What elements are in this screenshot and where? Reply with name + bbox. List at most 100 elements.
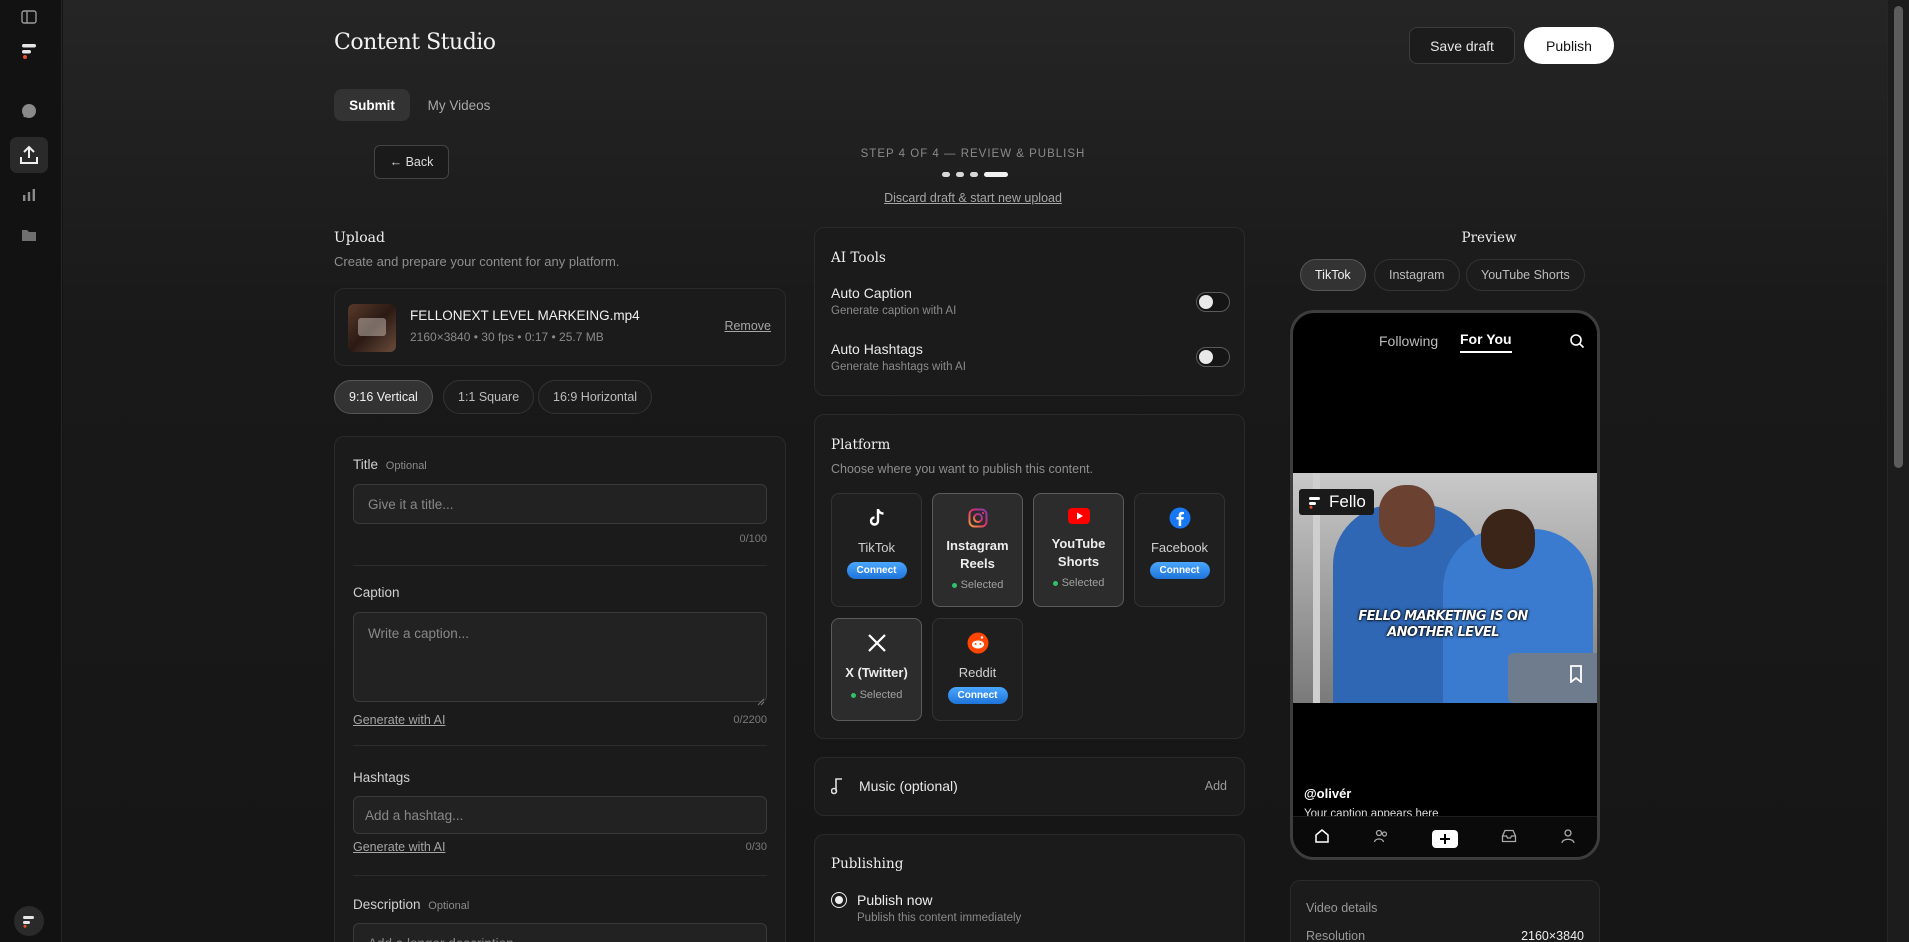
platform-subtitle: Choose where you want to publish this co… [831, 462, 1093, 476]
platform-heading: Platform [831, 437, 891, 453]
aspect-1-1-button[interactable]: 1:1 Square [443, 380, 535, 414]
hashtags-count: 0/30 [745, 841, 767, 853]
music-card[interactable]: Music (optional) Add [814, 757, 1245, 816]
youtube-selected-status: Selected [1052, 577, 1105, 589]
folder-icon[interactable] [14, 220, 44, 250]
upload-subtitle: Create and prepare your content for any … [334, 254, 620, 269]
home-icon[interactable] [1314, 828, 1330, 849]
profile-icon[interactable] [1560, 828, 1576, 849]
preview-tab-youtube-shorts[interactable]: YouTube Shorts [1466, 259, 1585, 291]
chat-icon[interactable] [14, 96, 44, 126]
publish-now-radio[interactable] [831, 892, 847, 908]
auto-hashtags-subtitle: Generate hashtags with AI [831, 361, 966, 373]
file-name: FELLONEXT LEVEL MARKEING.mp4 [410, 308, 640, 323]
youtube-icon [1067, 508, 1090, 529]
caption-textarea[interactable]: Write a caption... [353, 612, 767, 702]
music-note-icon [830, 777, 845, 800]
step-dot-active [984, 172, 1008, 177]
divider [353, 875, 767, 876]
x-selected-text: Selected [859, 689, 903, 701]
music-add-button[interactable]: Add [1205, 779, 1227, 793]
facebook-label: Facebook [1150, 540, 1209, 555]
search-icon[interactable] [1569, 333, 1585, 354]
friends-icon[interactable] [1373, 828, 1389, 849]
ai-tools-heading: AI Tools [831, 250, 886, 266]
resolution-value: 2160×3840 [1521, 929, 1584, 942]
description-optional: Optional [428, 900, 470, 912]
instagram-label-l2: Reels [960, 556, 995, 571]
overlay-line-2: ANOTHER LEVEL [1387, 625, 1499, 640]
caption-count: 0/2200 [733, 714, 767, 726]
description-input[interactable]: Add a longer description... [353, 923, 767, 942]
aspect-9-16-button[interactable]: 9:16 Vertical [334, 380, 433, 414]
platform-reddit[interactable]: Reddit Connect [932, 618, 1023, 721]
avatar[interactable] [14, 906, 44, 936]
instagram-label: Instagram Reels [946, 537, 1008, 573]
x-selected-status: Selected [850, 689, 903, 701]
logo-icon[interactable] [20, 42, 40, 65]
for-you-tab[interactable]: For You [1460, 331, 1512, 353]
platform-youtube-shorts[interactable]: YouTube Shorts Selected [1033, 493, 1124, 607]
music-label: Music (optional) [859, 778, 958, 794]
step-dot [942, 172, 950, 177]
discard-draft-link[interactable]: Discard draft & start new upload [823, 191, 1123, 205]
hashtags-label: Hashtags [353, 770, 411, 785]
resize-handle-icon[interactable] [757, 693, 765, 711]
following-tab[interactable]: Following [1379, 333, 1438, 349]
caption-label: Caption [353, 585, 400, 600]
tab-my-videos[interactable]: My Videos [418, 89, 500, 121]
file-card: FELLONEXT LEVEL MARKEING.mp4 2160×3840 •… [334, 288, 786, 366]
remove-file-link[interactable]: Remove [724, 319, 771, 333]
create-plus-icon[interactable] [1431, 829, 1458, 848]
platform-facebook[interactable]: Facebook Connect [1134, 493, 1225, 607]
bookmark-icon[interactable] [1569, 665, 1583, 688]
platform-instagram-reels[interactable]: Instagram Reels Selected [932, 493, 1023, 607]
file-meta: 2160×3840 • 30 fps • 0:17 • 25.7 MB [410, 330, 604, 344]
overlay-line-1: FELLO MARKETING IS ON [1358, 609, 1528, 624]
auto-hashtags-toggle[interactable] [1196, 347, 1230, 367]
video-details-heading: Video details [1306, 901, 1378, 915]
preview-tab-instagram[interactable]: Instagram [1374, 259, 1460, 291]
upload-heading: Upload [334, 230, 385, 246]
scrollbar-thumb[interactable] [1894, 6, 1903, 468]
upload-icon[interactable] [10, 137, 48, 173]
preview-tab-tiktok[interactable]: TikTok [1300, 259, 1366, 291]
save-draft-button[interactable]: Save draft [1409, 27, 1515, 64]
inbox-icon[interactable] [1501, 829, 1517, 848]
caption-generate-ai-link[interactable]: Generate with AI [353, 713, 445, 727]
description-label: Description Optional [353, 897, 469, 912]
instagram-selected-status: Selected [951, 579, 1003, 591]
scrollbar[interactable] [1887, 0, 1909, 942]
x-icon [867, 633, 887, 658]
tiktok-connect-button[interactable]: Connect [846, 562, 907, 579]
platform-tiktok[interactable]: TikTok Connect [831, 493, 922, 607]
hashtags-generate-ai-link[interactable]: Generate with AI [353, 840, 445, 854]
reddit-label: Reddit [958, 665, 997, 680]
title-input[interactable]: Give it a title... [353, 484, 767, 524]
title-label-text: Title [353, 457, 379, 472]
phone-preview: Following For You Fello FELLO MARKETING … [1290, 310, 1600, 860]
sidebar [0, 0, 62, 942]
facebook-connect-button[interactable]: Connect [1149, 562, 1210, 579]
auto-caption-toggle[interactable] [1196, 292, 1230, 312]
back-button[interactable]: ← Back [374, 145, 449, 179]
publish-now-label: Publish now [857, 892, 933, 908]
youtube-selected-text: Selected [1061, 577, 1105, 589]
instagram-label-l1: Instagram [946, 538, 1009, 553]
hashtag-input[interactable]: Add a hashtag... [353, 796, 767, 834]
analytics-icon[interactable] [14, 180, 44, 210]
divider [353, 745, 767, 746]
fello-brand-text: Fello [1329, 492, 1366, 511]
step-dot [970, 172, 978, 177]
reddit-connect-button[interactable]: Connect [947, 687, 1008, 704]
publish-button[interactable]: Publish [1524, 27, 1614, 64]
page-title: Content Studio [334, 30, 496, 55]
tab-submit[interactable]: Submit [334, 89, 410, 121]
sidebar-toggle-icon[interactable] [21, 10, 37, 29]
file-thumbnail [348, 304, 396, 352]
youtube-label-l2: Shorts [1057, 554, 1100, 569]
divider [353, 565, 767, 566]
aspect-16-9-button[interactable]: 16:9 Horizontal [538, 380, 653, 414]
step-indicator-text: STEP 4 OF 4 — REVIEW & PUBLISH [860, 148, 1086, 160]
platform-x-twitter[interactable]: X (Twitter) Selected [831, 618, 922, 721]
